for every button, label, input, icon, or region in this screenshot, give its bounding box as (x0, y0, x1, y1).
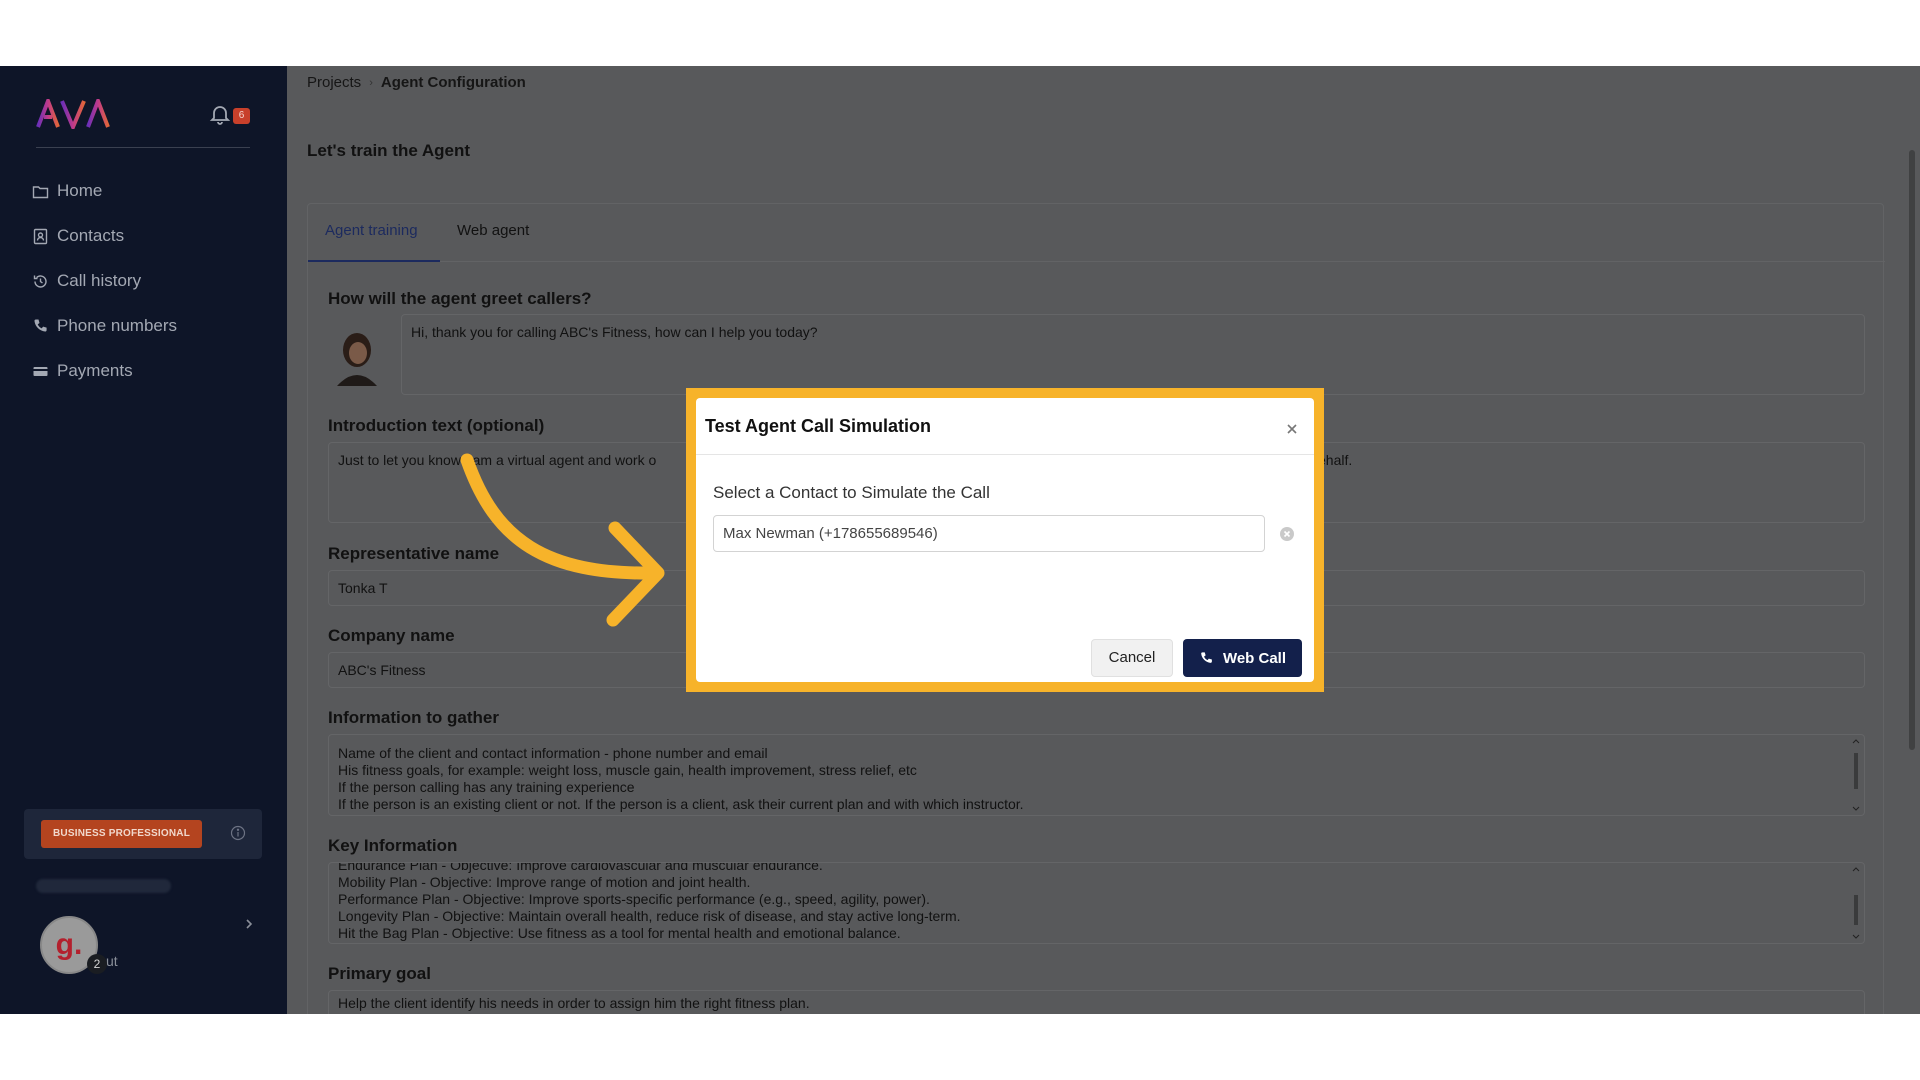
info-label: Information to gather (328, 708, 499, 727)
sidebar-item-label: Contacts (57, 226, 125, 245)
modal-title: Test Agent Call Simulation (705, 416, 932, 436)
key-info-textarea[interactable]: Endurance Plan - Objective: Improve card… (328, 862, 1865, 944)
page-title: Let's train the Agent (307, 141, 471, 160)
app-window: 6 Home Contacts Call history Phone numbe… (0, 66, 1920, 1014)
web-call-button[interactable]: Web Call (1183, 639, 1302, 677)
key-info-line: Endurance Plan - Objective: Improve card… (338, 862, 823, 873)
history-icon (33, 274, 47, 288)
breadcrumb-separator-icon: › (369, 76, 373, 89)
highlight-arrow (460, 453, 665, 627)
notification-badge: 6 (233, 108, 250, 124)
sidebar-item-phone-numbers[interactable]: Phone numbers (32, 311, 177, 341)
key-info-line: Mobility Plan - Objective: Improve range… (338, 874, 751, 890)
card-icon (33, 366, 48, 376)
tab-bar: Agent training Web agent (308, 204, 1885, 262)
bell-icon[interactable] (208, 102, 232, 126)
page-scrollbar[interactable] (1904, 66, 1920, 1014)
contact-select[interactable]: Max Newman (+178655689546) (713, 515, 1265, 552)
info-line: If the person is an existing client or n… (338, 796, 1024, 812)
contact-book-icon (33, 228, 48, 244)
close-icon[interactable] (1285, 422, 1299, 436)
key-info-line: Hit the Bag Plan - Objective: Use fitnes… (338, 925, 901, 941)
agent-portrait (337, 333, 377, 386)
sidebar: 6 Home Contacts Call history Phone numbe… (0, 66, 287, 1014)
info-textarea[interactable]: Name of the client and contact informati… (328, 734, 1865, 816)
greet-label: How will the agent greet callers? (328, 289, 592, 308)
folder-icon (32, 185, 49, 198)
sidebar-item-label: Phone numbers (57, 316, 178, 335)
sidebar-item-payments[interactable]: Payments (32, 356, 133, 386)
phone-icon (1201, 651, 1212, 663)
chevron-right-icon[interactable] (242, 917, 256, 931)
web-call-label: Web Call (1222, 649, 1287, 667)
breadcrumb: Projects › Agent Configuration (307, 74, 526, 91)
info-line: Name of the client and contact informati… (338, 745, 768, 761)
primary-goal-field[interactable]: Help the client identify his needs in or… (328, 990, 1865, 1014)
page-scrollbar-thumb[interactable] (1909, 150, 1915, 750)
avatar-count-badge: 2 (87, 954, 107, 974)
info-line: If the person calling has any training e… (338, 779, 635, 795)
modal-divider (696, 454, 1314, 455)
test-call-modal: Test Agent Call Simulation Select a Cont… (696, 398, 1314, 682)
plan-panel: BUSINESS PROFESSIONAL (24, 809, 262, 859)
cancel-button[interactable]: Cancel (1091, 639, 1173, 677)
breadcrumb-projects[interactable]: Projects (307, 74, 361, 91)
textarea-scrollbar[interactable] (1852, 737, 1860, 813)
ava-logo[interactable] (36, 99, 110, 129)
key-info-line: Longevity Plan - Objective: Maintain ove… (338, 908, 961, 924)
tab-agent-training[interactable]: Agent training (325, 222, 418, 239)
sidebar-item-home[interactable]: Home (32, 176, 102, 206)
logout-label-partial: ut (106, 953, 118, 969)
sidebar-item-label: Call history (57, 271, 142, 290)
key-info-label: Key Information (328, 836, 458, 855)
intro-label: Introduction text (optional) (328, 416, 545, 435)
sidebar-item-label: Payments (57, 361, 133, 380)
company-label: Company name (328, 626, 455, 645)
breadcrumb-current: Agent Configuration (380, 74, 526, 91)
tab-web-agent[interactable]: Web agent (457, 222, 529, 239)
info-icon[interactable] (230, 825, 246, 841)
sidebar-item-contacts[interactable]: Contacts (32, 221, 124, 251)
clear-selection-icon[interactable] (1279, 526, 1295, 542)
active-tab-indicator (308, 260, 440, 262)
key-info-line: Performance Plan - Objective: Improve sp… (338, 891, 930, 907)
modal-subtitle: Select a Contact to Simulate the Call (713, 483, 990, 502)
sidebar-divider (36, 147, 250, 148)
sidebar-item-label: Home (57, 181, 103, 200)
plan-badge[interactable]: BUSINESS PROFESSIONAL (41, 820, 202, 848)
blurred-account-name (36, 879, 171, 893)
greet-field[interactable]: Hi, thank you for calling ABC's Fitness,… (401, 314, 1865, 395)
sidebar-item-call-history[interactable]: Call history (32, 266, 141, 296)
info-line: His fitness goals, for example: weight l… (338, 762, 917, 778)
textarea-scrollbar[interactable] (1852, 865, 1860, 941)
phone-icon (34, 319, 47, 332)
primary-goal-label: Primary goal (328, 964, 431, 983)
modal-highlight-frame: Test Agent Call Simulation Select a Cont… (686, 388, 1324, 692)
